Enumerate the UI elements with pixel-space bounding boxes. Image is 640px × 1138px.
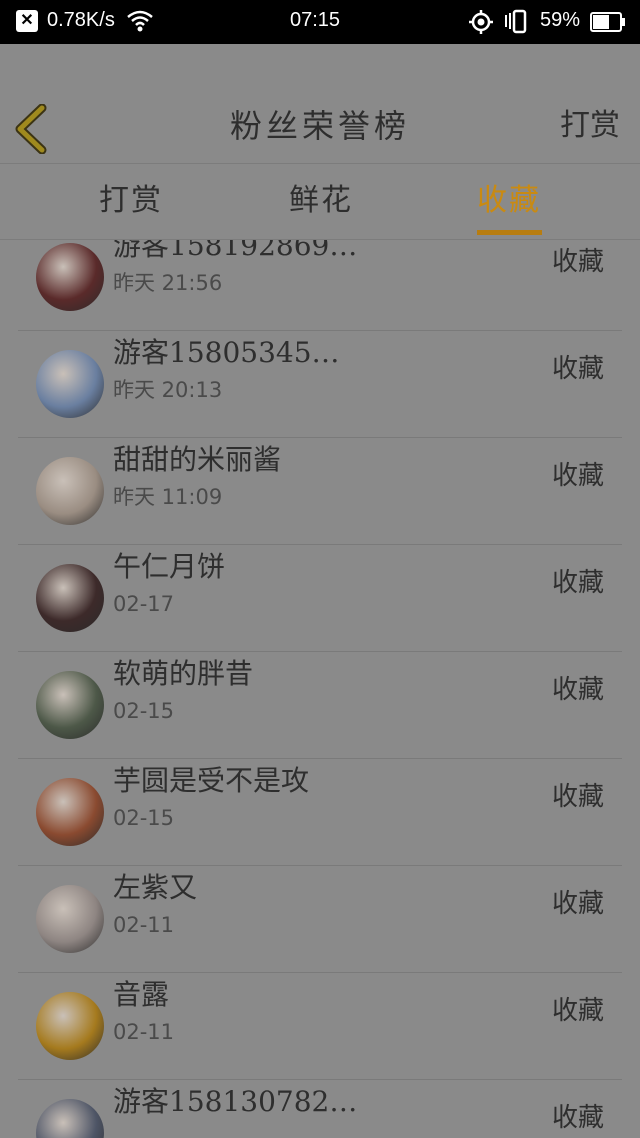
user-time: 02-11 <box>113 1020 175 1044</box>
clock: 07:15 <box>290 9 341 31</box>
user-name: 午仁月饼 <box>113 550 226 583</box>
tab-reward[interactable]: 打赏 <box>99 180 163 222</box>
list-item[interactable]: 游客158130782… 收藏 <box>0 1080 640 1138</box>
list-item[interactable]: 音露 02-11 收藏 <box>0 973 640 1080</box>
list-item[interactable]: 午仁月饼 02-17 收藏 <box>0 545 640 652</box>
user-name: 甜甜的米丽酱 <box>113 443 282 476</box>
action-label: 收藏 <box>551 889 604 919</box>
list-item[interactable]: 游客15805345… 昨天 20:13 收藏 <box>0 331 640 438</box>
user-time: 昨天 21:56 <box>113 271 223 295</box>
reward-button[interactable]: 打赏 <box>560 104 620 148</box>
user-time: 02-17 <box>113 592 175 616</box>
user-name: 音露 <box>113 978 170 1011</box>
user-name: 游客158192869… <box>113 240 358 262</box>
avatar <box>36 457 104 525</box>
avatar <box>36 778 104 846</box>
list-item[interactable]: 软萌的胖昔 02-15 收藏 <box>0 652 640 759</box>
action-label: 收藏 <box>551 996 604 1026</box>
notification-close-icon: ✕ <box>16 10 38 32</box>
fan-list[interactable]: 游客158192869… 昨天 21:56 收藏 游客15805345… 昨天 … <box>0 240 640 1138</box>
list-item[interactable]: 左紫又 02-11 收藏 <box>0 866 640 973</box>
user-time: 昨天 11:09 <box>113 485 223 509</box>
user-time: 02-15 <box>113 699 175 723</box>
user-name: 软萌的胖昔 <box>113 657 254 690</box>
tab-favorites[interactable]: 收藏 <box>477 180 541 222</box>
list-item[interactable]: 游客158192869… 昨天 21:56 收藏 <box>0 240 640 331</box>
user-name: 游客15805345… <box>113 336 340 369</box>
action-label: 收藏 <box>551 354 604 384</box>
tab-active-indicator <box>477 230 542 235</box>
user-name: 左紫又 <box>113 871 198 904</box>
avatar <box>36 564 104 632</box>
action-label: 收藏 <box>551 782 604 812</box>
avatar <box>36 671 104 739</box>
user-name: 游客158130782… <box>113 1085 358 1118</box>
action-label: 收藏 <box>551 1103 604 1133</box>
status-bar: ✕ 0.78K/s 07:15 59% <box>0 0 640 44</box>
tab-flowers[interactable]: 鲜花 <box>289 180 353 222</box>
action-label: 收藏 <box>551 461 604 491</box>
avatar <box>36 350 104 418</box>
tab-bar: 打赏 鲜花 收藏 <box>0 164 640 240</box>
wifi-icon <box>127 10 153 38</box>
page-title: 粉丝荣誉榜 <box>229 107 410 145</box>
action-label: 收藏 <box>551 568 604 598</box>
user-time: 02-11 <box>113 913 175 937</box>
vibrate-icon <box>503 9 529 41</box>
user-time: 02-15 <box>113 806 175 830</box>
avatar <box>36 243 104 311</box>
battery-icon <box>590 11 626 39</box>
action-label: 收藏 <box>551 675 604 705</box>
network-speed: 0.78K/s <box>47 9 115 31</box>
list-item[interactable]: 甜甜的米丽酱 昨天 11:09 收藏 <box>0 438 640 545</box>
avatar <box>36 1099 104 1138</box>
avatar <box>36 992 104 1060</box>
user-name: 芋圆是受不是攻 <box>113 764 310 797</box>
location-icon <box>468 9 494 41</box>
battery-percent: 59% <box>540 9 581 31</box>
list-item[interactable]: 芋圆是受不是攻 02-15 收藏 <box>0 759 640 866</box>
action-label: 收藏 <box>551 247 604 277</box>
avatar <box>36 885 104 953</box>
user-time: 昨天 20:13 <box>113 378 223 402</box>
